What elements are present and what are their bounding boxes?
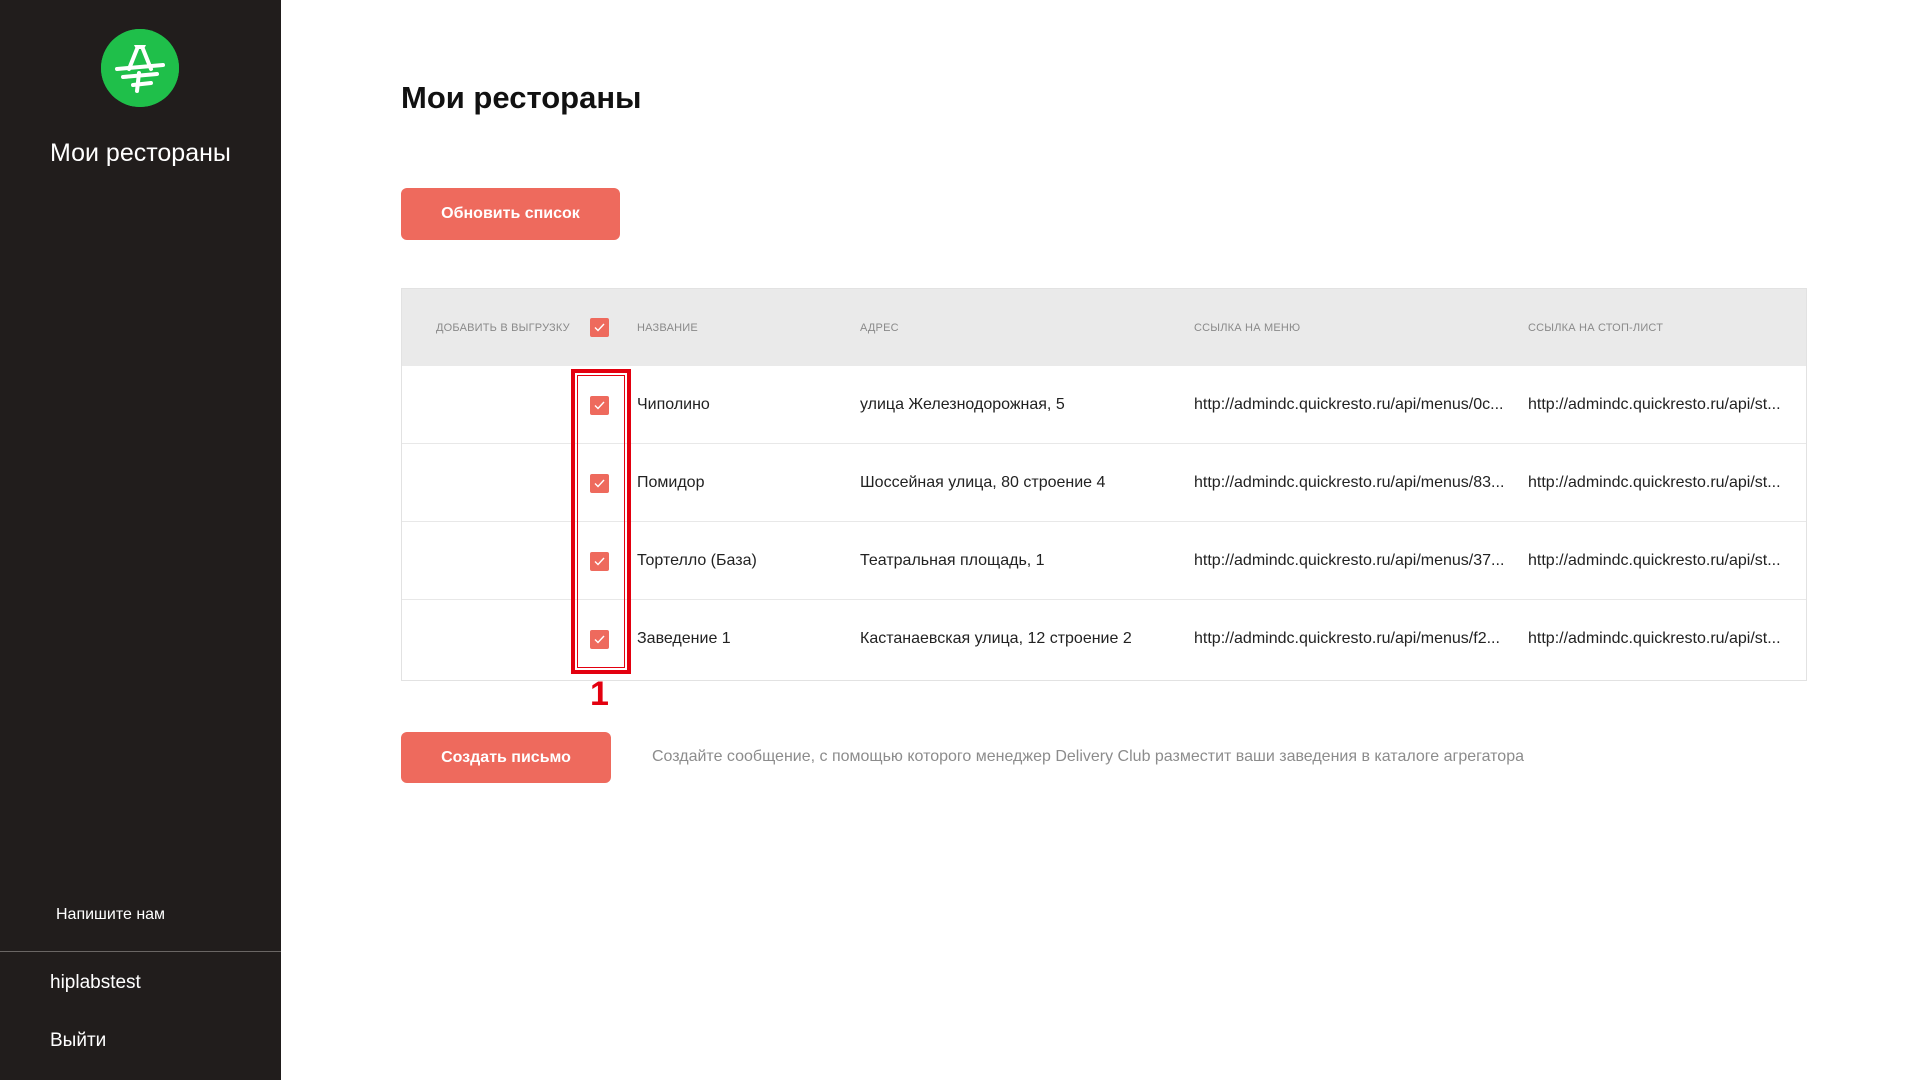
cell-stop-list-link[interactable]: http://admindc.quickresto.ru/api/st...: [1528, 444, 1793, 522]
header-add-to-export: ДОБАВИТЬ В ВЫГРУЗКУ: [436, 321, 570, 334]
refresh-list-button[interactable]: Обновить список: [401, 188, 620, 240]
header-menu-link: ССЫЛКА НА МЕНЮ: [1194, 321, 1301, 334]
annotation-number: 1: [590, 675, 609, 713]
username: hiplabstest: [50, 972, 141, 993]
sidebar-title[interactable]: Мои рестораны: [50, 139, 231, 168]
cell-address: Театральная площадь, 1: [860, 552, 1045, 569]
create-letter-button[interactable]: Создать письмо: [401, 732, 611, 783]
cell-address: Кастанаевская улица, 12 строение 2: [860, 630, 1132, 647]
table-header: ДОБАВИТЬ В ВЫГРУЗКУ НАЗВАНИЕ АДРЕС ССЫЛК…: [402, 289, 1806, 366]
cell-address: Шоссейная улица, 80 строение 4: [860, 474, 1106, 491]
sidebar-divider: [0, 951, 281, 952]
cell-stop-list-link[interactable]: http://admindc.quickresto.ru/api/st...: [1528, 366, 1793, 444]
logout-link[interactable]: Выйти: [50, 1030, 106, 1052]
logo: [101, 29, 179, 107]
cell-name: Помидор: [637, 474, 705, 491]
cell-address: улица Железнодорожная, 5: [860, 396, 1065, 413]
cell-name: Чиполино: [637, 396, 710, 413]
cell-menu-link[interactable]: http://admindc.quickresto.ru/api/menus/0…: [1194, 366, 1519, 444]
cell-menu-link[interactable]: http://admindc.quickresto.ru/api/menus/f…: [1194, 600, 1519, 678]
cell-name: Заведение 1: [637, 630, 731, 647]
cell-stop-list-link[interactable]: http://admindc.quickresto.ru/api/st...: [1528, 600, 1793, 678]
header-name: НАЗВАНИЕ: [637, 321, 698, 334]
cell-name: Тортелло (База): [637, 552, 757, 569]
cell-stop-list-link[interactable]: http://admindc.quickresto.ru/api/st...: [1528, 522, 1793, 600]
sidebar: Мои рестораны Напишите нам hiplabstest В…: [0, 0, 281, 1080]
select-all-checkbox[interactable]: [590, 318, 609, 337]
write-us-link[interactable]: Напишите нам: [56, 906, 165, 924]
page-title: Мои рестораны: [401, 80, 642, 115]
cell-menu-link[interactable]: http://admindc.quickresto.ru/api/menus/8…: [1194, 444, 1519, 522]
delivery-club-logo-icon: [101, 29, 179, 107]
header-stop-list-link: ССЫЛКА НА СТОП-ЛИСТ: [1528, 321, 1664, 334]
check-icon: [594, 323, 605, 332]
cell-menu-link[interactable]: http://admindc.quickresto.ru/api/menus/3…: [1194, 522, 1519, 600]
header-address: АДРЕС: [860, 321, 899, 334]
annotation-highlight-box: [571, 369, 631, 674]
create-letter-hint: Создайте сообщение, с помощью которого м…: [652, 748, 1524, 765]
